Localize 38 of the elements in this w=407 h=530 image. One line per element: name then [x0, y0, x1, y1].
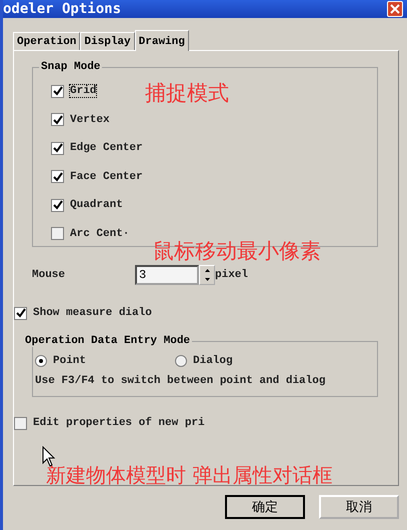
annotation-text: 鼠标移动最小像素: [153, 238, 321, 265]
checkbox[interactable]: [51, 84, 64, 98]
checkbox[interactable]: [51, 113, 64, 126]
checkbox[interactable]: [51, 170, 64, 184]
close-icon: [389, 3, 401, 15]
number-field[interactable]: 3: [135, 265, 199, 285]
checkbox-label: Edit properties of new pri: [33, 417, 205, 429]
radio-button[interactable]: [35, 355, 47, 367]
checkbox-label: Edge Center: [70, 142, 143, 154]
checkbox[interactable]: [14, 416, 27, 430]
dialog-button[interactable]: 取消: [319, 495, 399, 519]
tab[interactable]: Display: [80, 32, 135, 50]
hint-text: Use F3/F4 to switch between point and dialog: [35, 375, 326, 387]
tab[interactable]: Drawing: [134, 30, 189, 51]
checkbox-label: Quadrant: [70, 199, 123, 212]
checkbox-label: Face Center: [70, 170, 143, 183]
spin-buttons[interactable]: [199, 265, 215, 285]
window-title: odeler Options: [3, 1, 122, 17]
checkbox-label: Show measure dialo: [33, 307, 152, 319]
checkbox-label: Vertex: [70, 114, 110, 126]
group-title: Operation Data Entry Mode: [24, 335, 192, 347]
checkbox[interactable]: [14, 306, 27, 320]
mouse-label: Mouse: [32, 269, 66, 281]
unit-label: pixel: [215, 269, 248, 281]
annotation-text: 捕捉模式: [145, 80, 229, 107]
close-button[interactable]: [387, 1, 403, 17]
dialog-button[interactable]: 确定: [225, 495, 305, 519]
annotation-text: 新建物体模型时 弹出属性对话框: [46, 462, 332, 489]
group-title: Snap Mode: [40, 61, 102, 73]
checkbox[interactable]: [51, 142, 64, 155]
checkbox-label: Grid: [70, 85, 96, 98]
tab[interactable]: Operation: [13, 32, 80, 50]
radio-button[interactable]: [175, 355, 187, 367]
checkbox[interactable]: [51, 198, 64, 212]
checkbox-label: Arc Cent·: [70, 228, 130, 240]
checkbox[interactable]: [51, 227, 64, 240]
radio-label: Dialog: [193, 355, 233, 367]
radio-label: Point: [53, 355, 86, 367]
